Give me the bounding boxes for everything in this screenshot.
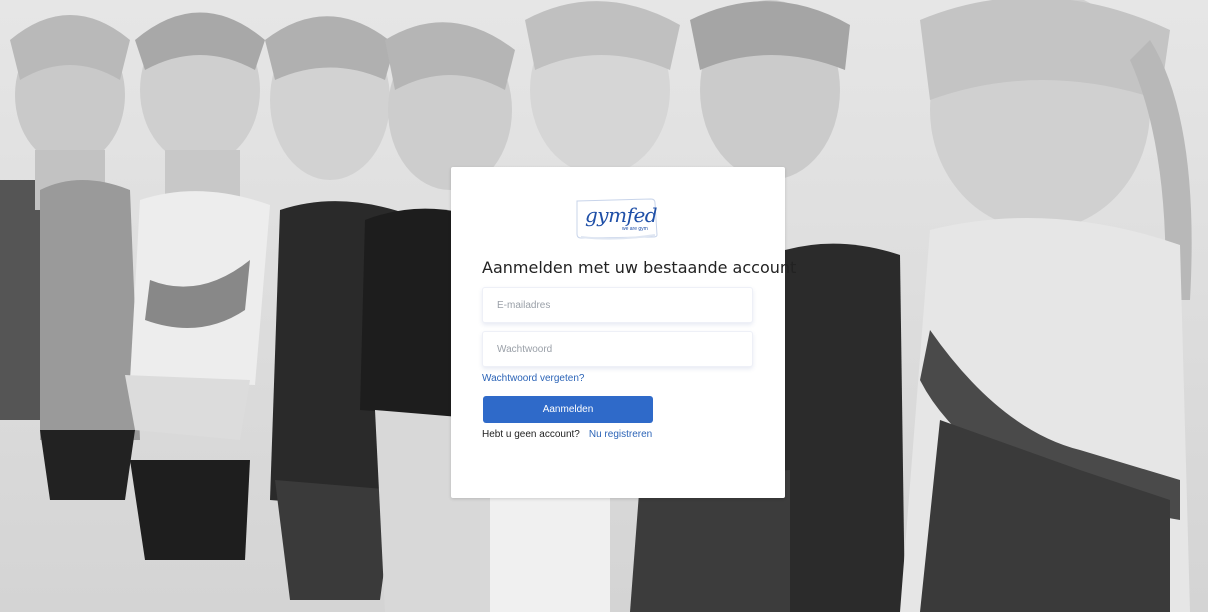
- password-field[interactable]: [482, 331, 753, 367]
- gymfed-logo: gymfed we are gym: [571, 197, 661, 241]
- login-heading: Aanmelden met uw bestaande account: [482, 258, 797, 277]
- signup-row: Hebt u geen account? Nu registreren: [482, 429, 652, 440]
- forgot-password-link[interactable]: Wachtwoord vergeten?: [482, 373, 584, 384]
- email-field[interactable]: [482, 287, 753, 323]
- login-card: gymfed we are gym Aanmelden met uw besta…: [451, 167, 797, 498]
- no-account-text: Hebt u geen account?: [482, 429, 580, 440]
- logo-text: gymfed: [585, 203, 658, 227]
- login-page: gymfed we are gym Aanmelden met uw besta…: [0, 0, 1208, 612]
- logo-tagline: we are gym: [622, 226, 648, 232]
- sign-in-button[interactable]: Aanmelden: [483, 396, 653, 423]
- register-link[interactable]: Nu registreren: [589, 429, 652, 440]
